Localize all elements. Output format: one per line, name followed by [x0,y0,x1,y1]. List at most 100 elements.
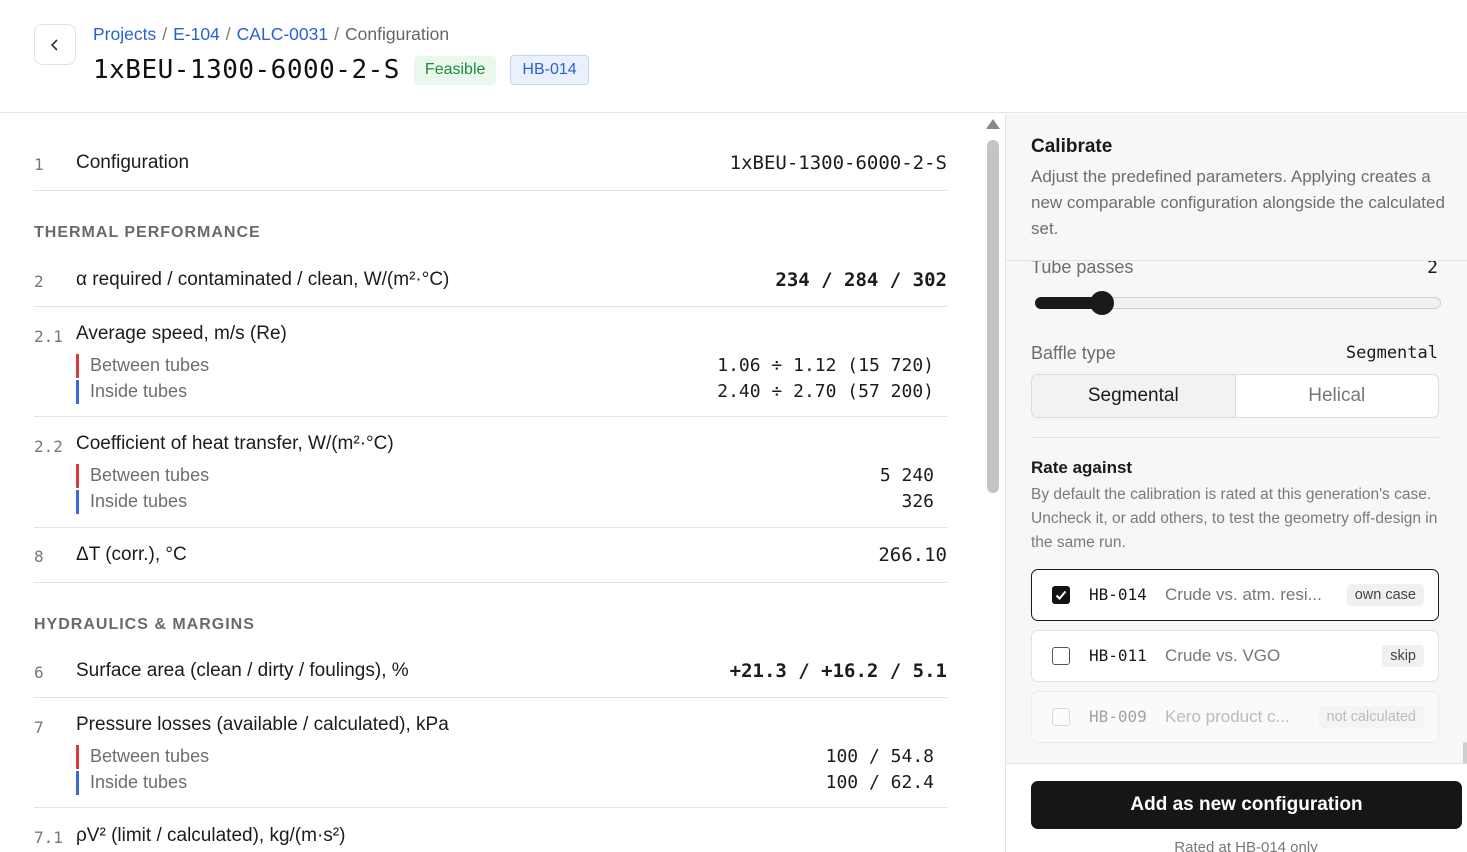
shell-side-marker [76,464,79,488]
breadcrumb-e104[interactable]: E-104 [173,24,220,45]
sub-row-label: Inside tubes [90,772,188,792]
calibrate-panel: Tube passes 2 Calibrate Adjust the prede… [1005,114,1467,852]
row-number: 2.2 [34,437,63,456]
rate-against-title: Rate against [1031,458,1133,477]
back-button[interactable] [34,24,76,65]
row-number: 8 [34,547,44,566]
rate-against-description: By default the calibration is rated at t… [1031,486,1438,551]
sub-row-label: Between tubes [90,746,210,766]
breadcrumb: Projects / E-104 / CALC-0031 / Configura… [93,24,449,45]
result-row-rhov2: 7.1 ρV² (limit / calculated), kg/(m·s²) [34,808,947,852]
status-badge: Feasible [413,55,497,85]
divider [1031,437,1439,438]
row-label: Surface area (clean / dirty / foulings),… [76,660,409,681]
row-label: Pressure losses (available / calculated)… [76,714,449,735]
breadcrumb-calc[interactable]: CALC-0031 [237,24,328,45]
sub-row-between-tubes: Between tubes 100 / 54.8 [76,745,934,769]
case-checkbox[interactable] [1052,647,1070,665]
case-id: HB-014 [1089,585,1147,604]
sub-row-value: 5 240 [879,465,934,486]
case-checkbox [1052,708,1070,726]
calibrate-header: Calibrate Adjust the predefined paramete… [1006,114,1467,261]
case-checkbox[interactable] [1052,586,1070,604]
row-label: Configuration [76,152,190,173]
case-tag: own case [1346,584,1424,606]
row-label: α required / contaminated / clean, W/(m²… [76,269,450,290]
calibrate-title: Calibrate [1031,136,1113,157]
sub-row-value: 2.40 ÷ 2.70 (57 200) [717,381,934,402]
row-number: 1 [34,155,44,174]
sub-row-between-tubes: Between tubes 1.06 ÷ 1.12 (15 720) [76,354,934,378]
chevron-left-icon [50,38,58,51]
row-label: ρV² (limit / calculated), kg/(m·s²) [76,825,346,846]
baffle-type-selector: Segmental Helical [1031,374,1439,418]
tube-side-marker [76,490,79,514]
row-number: 6 [34,663,44,682]
row-value: 234 / 284 / 302 [775,269,947,291]
sub-row-label: Inside tubes [90,381,188,401]
sub-row-label: Between tubes [90,355,210,375]
row-number: 7.1 [34,828,63,847]
sub-row-value: 100 / 54.8 [825,746,934,767]
row-label: ΔT (corr.), °C [76,544,187,565]
sub-row-value: 326 [901,491,934,512]
results-panel: 1 Configuration 1xBEU-1300-6000-2-S THER… [0,114,980,852]
row-label: Coefficient of heat transfer, W/(m²·°C) [76,433,394,454]
breadcrumb-current: Configuration [345,24,450,44]
row-value: 266.10 [878,544,947,566]
row-number: 7 [34,718,44,737]
breadcrumb-separator: / [225,24,231,44]
breadcrumb-separator: / [162,24,168,44]
checkmark-icon [1055,590,1067,600]
row-number: 2.1 [34,327,63,346]
case-option-hb-011[interactable]: HB-011 Crude vs. VGO skip [1031,630,1439,682]
result-row-delta-t: 8 ΔT (corr.), °C 266.10 [34,528,947,583]
case-name: Crude vs. VGO [1165,646,1281,665]
case-option-hb-009: HB-009 Kero product c... not calculated [1031,691,1439,743]
page-header: Projects / E-104 / CALC-0031 / Configura… [0,0,1467,113]
page-title: 1xBEU-1300-6000-2-S [93,55,400,85]
calibrate-description: Adjust the predefined parameters. Applyi… [1031,167,1445,238]
row-value: 1xBEU-1300-6000-2-S [729,152,947,174]
case-tag: skip [1382,645,1424,667]
baffle-option-helical[interactable]: Helical [1236,375,1439,417]
row-label: Average speed, m/s (Re) [76,323,287,344]
result-row-configuration: 1 Configuration 1xBEU-1300-6000-2-S [34,134,947,191]
sub-row-inside-tubes: Inside tubes 100 / 62.4 [76,771,934,795]
breadcrumb-separator: / [334,24,339,44]
baffle-type-label: Baffle type [1031,343,1116,363]
result-row-heat-transfer: 2.2 Coefficient of heat transfer, W/(m²·… [34,417,947,528]
sub-row-inside-tubes: Inside tubes 326 [76,490,934,514]
section-hydraulics-margins: HYDRAULICS & MARGINS [34,616,255,633]
case-id: HB-011 [1089,646,1147,665]
sub-row-value: 1.06 ÷ 1.12 (15 720) [717,355,934,376]
sub-row-between-tubes: Between tubes 5 240 [76,464,934,488]
result-row-speed: 2.1 Average speed, m/s (Re) Between tube… [34,307,947,417]
sub-row-inside-tubes: Inside tubes 2.40 ÷ 2.70 (57 200) [76,380,934,404]
tube-passes-slider-handle[interactable] [1090,291,1114,315]
row-value: +21.3 / +16.2 / 5.1 [729,660,947,682]
baffle-type-value: Segmental [1345,343,1438,363]
tube-side-marker [76,771,79,795]
sub-row-value: 100 / 62.4 [825,772,934,793]
baffle-option-segmental[interactable]: Segmental [1032,375,1236,417]
case-option-hb-014[interactable]: HB-014 Crude vs. atm. resi... own case [1031,569,1439,621]
shell-side-marker [76,354,79,378]
add-configuration-button[interactable]: Add as new configuration [1031,781,1462,829]
row-number: 2 [34,272,44,291]
tube-side-marker [76,380,79,404]
sub-row-label: Between tubes [90,465,210,485]
shell-side-marker [76,745,79,769]
case-tag: not calculated [1318,706,1424,728]
case-id: HB-009 [1089,707,1147,726]
case-name: Crude vs. atm. resi... [1165,585,1322,604]
scroll-up-arrow[interactable] [986,119,1000,129]
sub-row-label: Inside tubes [90,491,188,511]
scrollbar-thumb[interactable] [987,140,999,493]
panel-scrollbar[interactable] [1463,742,1467,764]
result-row-alpha: 2 α required / contaminated / clean, W/(… [34,250,947,307]
result-row-surface-area: 6 Surface area (clean / dirty / foulings… [34,641,947,698]
case-badge[interactable]: HB-014 [510,55,589,85]
case-name: Kero product c... [1165,707,1290,726]
breadcrumb-projects[interactable]: Projects [93,24,156,45]
